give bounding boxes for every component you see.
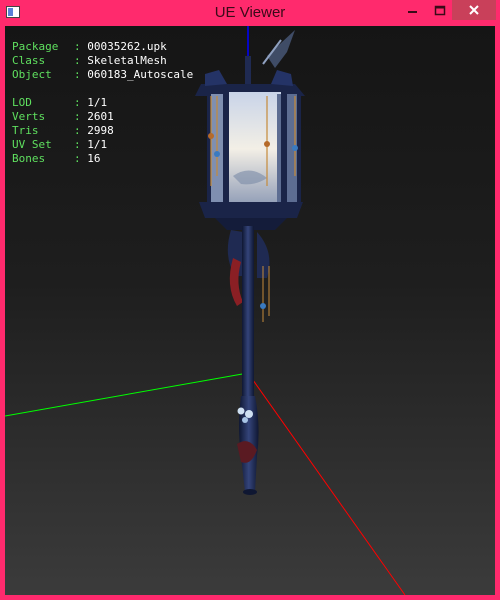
info-row-class: Class : SkeletalMesh [12,54,167,67]
info-row-bones: Bones : 16 [12,152,101,165]
3d-viewport[interactable]: Package: 00035262.upk Class : SkeletalMe… [5,26,495,595]
close-icon [469,5,479,15]
app-window: UE Viewer Package: 00035262.upk Class:… [0,0,500,600]
mesh-info-panel: Package: 00035262.upk Class : SkeletalMe… [12,40,193,166]
info-value: 060183_Autoscale [87,68,194,81]
minimize-icon [408,11,417,13]
info-label: Object [12,68,59,81]
info-label: Package [12,40,59,53]
y-axis-line [5,372,249,417]
info-row-verts: Verts : 2601 [12,110,114,123]
info-value: 00035262.upk [87,40,167,53]
info-value: 2998 [87,124,114,137]
lantern-model[interactable] [195,30,305,495]
info-value: 1/1 [87,138,108,151]
info-row-object: Object : 060183_Autoscale [12,68,194,81]
x-axis-line [247,372,406,595]
maximize-icon [434,5,446,16]
info-label: LOD [12,96,59,109]
info-row-package: Package: 00035262.upk [12,40,167,53]
maximize-button[interactable] [426,0,454,20]
close-button[interactable] [452,0,496,20]
info-label: Class [12,54,59,67]
info-label: Bones [12,152,59,165]
info-label: Tris [12,124,59,137]
info-value: 16 [87,152,101,165]
info-value: 1/1 [87,96,108,109]
title-bar[interactable]: UE Viewer [0,0,500,26]
info-label: UV Set [12,138,59,151]
minimize-button[interactable] [398,0,426,20]
info-row-uv-set: UV Set : 1/1 [12,138,108,151]
info-row-lod: LOD : 1/1 [12,96,108,109]
info-row-tris: Tris : 2998 [12,124,114,137]
info-value: 2601 [87,110,114,123]
info-label: Verts [12,110,59,123]
info-value: SkeletalMesh [87,54,167,67]
